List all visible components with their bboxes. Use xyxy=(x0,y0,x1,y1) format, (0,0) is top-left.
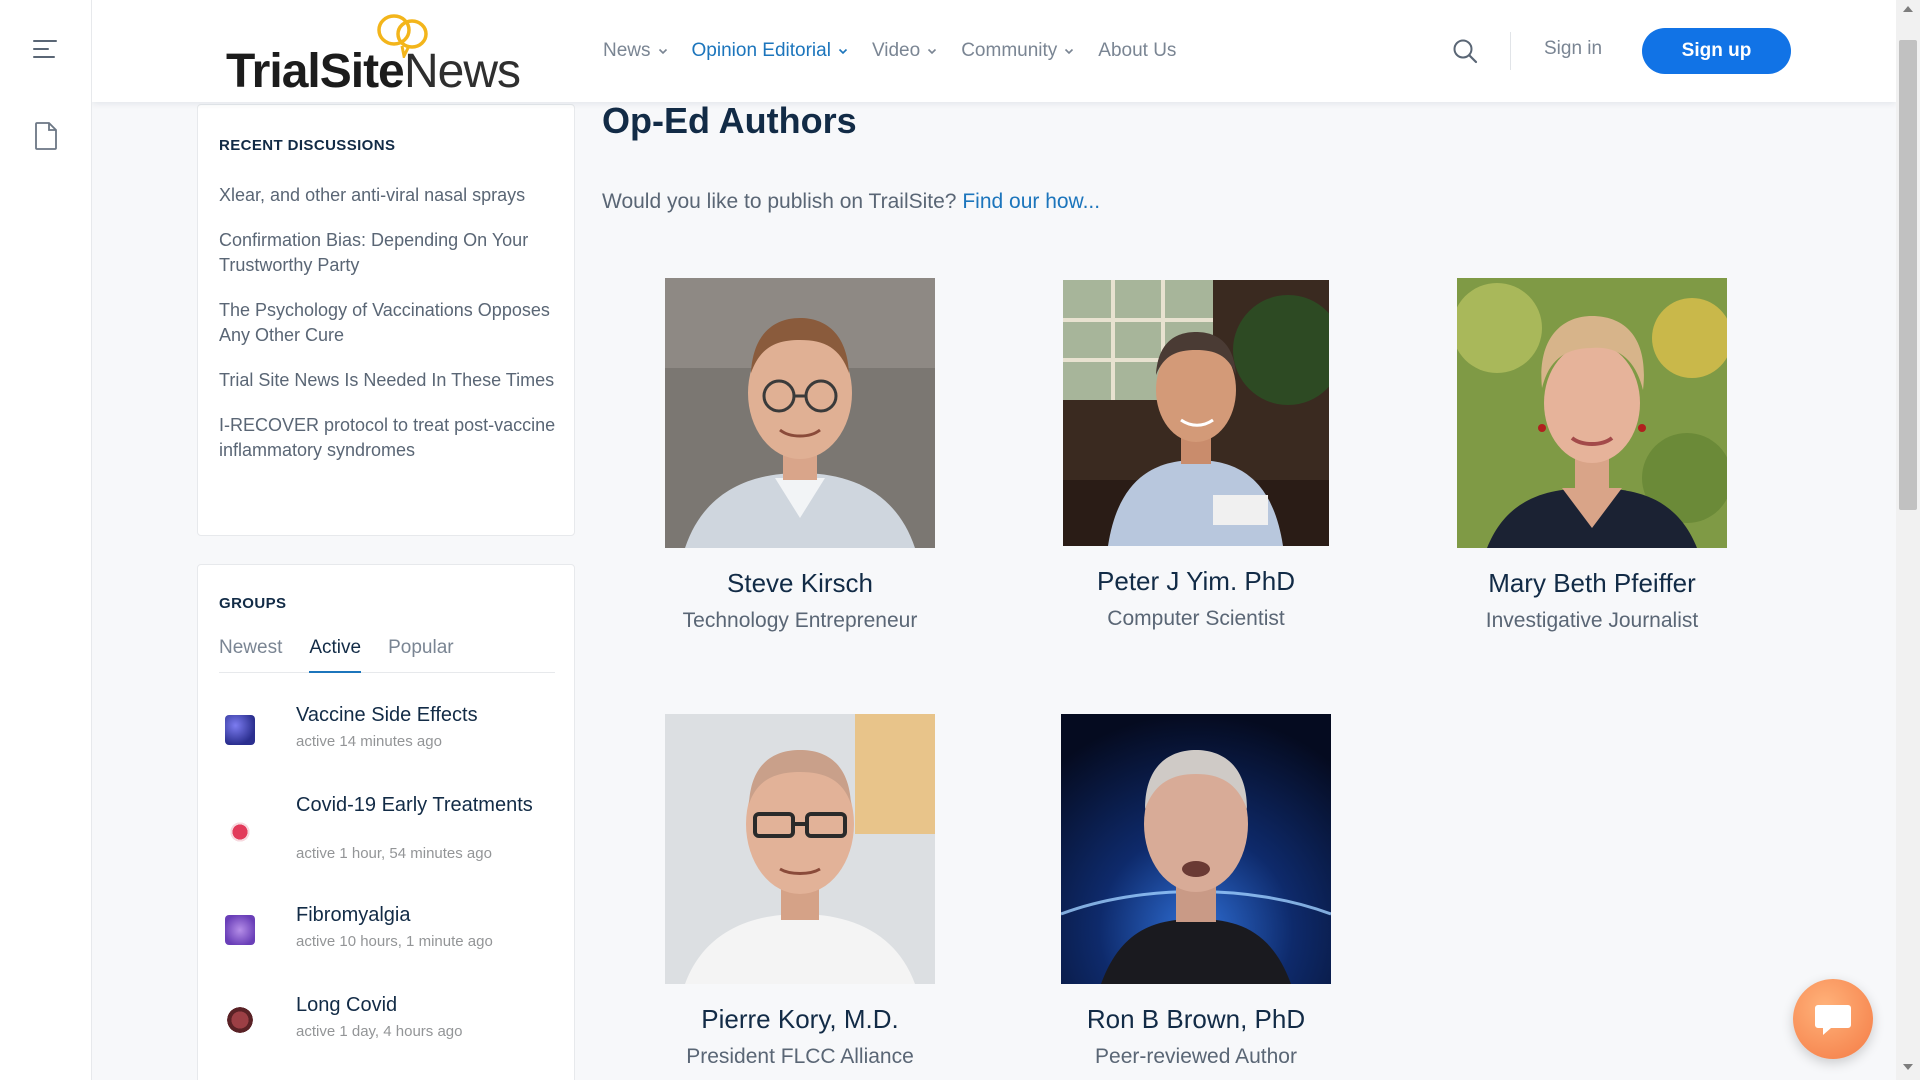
tab-active[interactable]: Active xyxy=(309,637,362,673)
group-name[interactable]: Fibromyalgia xyxy=(296,905,536,926)
group-item[interactable]: Covid-19 Early Treatments active 1 hour,… xyxy=(219,795,559,905)
chevron-down-icon xyxy=(838,48,848,55)
nav-opinion-editorial-label: Opinion Editorial xyxy=(691,40,831,61)
site-logo[interactable]: TrialSite News xyxy=(226,10,526,98)
recent-discussions-list: Xlear, and other anti-viral nasal sprays… xyxy=(219,183,559,483)
recent-discussions-title: RECENT DISCUSSIONS xyxy=(219,137,396,154)
tab-newest[interactable]: Newest xyxy=(219,637,282,673)
group-item[interactable]: Fibromyalgia active 10 hours, 1 minute a… xyxy=(219,905,559,995)
group-name[interactable]: Long Covid xyxy=(296,995,536,1016)
nav-about-us-label: About Us xyxy=(1098,40,1177,61)
author-photo[interactable] xyxy=(665,714,935,984)
author-name[interactable]: Ron B Brown, PhD xyxy=(1046,1004,1346,1035)
group-name[interactable]: Covid-19 Early Treatments xyxy=(296,795,536,816)
groups-tabs: Newest Active Popular xyxy=(219,637,555,673)
publish-prompt-text: Would you like to publish on TrailSite? xyxy=(602,190,957,213)
author-name[interactable]: Pierre Kory, M.D. xyxy=(650,1004,950,1035)
group-item[interactable]: Vaccine Side Effects active 14 minutes a… xyxy=(219,705,559,795)
author-photo[interactable] xyxy=(1061,714,1331,984)
chat-icon xyxy=(1815,1005,1851,1035)
group-avatar-virus-dark xyxy=(225,1005,255,1035)
nav-video[interactable]: Video xyxy=(872,40,937,62)
group-avatar-virus-blue xyxy=(225,715,255,745)
chat-button[interactable] xyxy=(1793,979,1873,1059)
author-role: Investigative Journalist xyxy=(1485,609,1699,632)
left-rail xyxy=(0,0,92,1080)
nav-news-label: News xyxy=(603,40,651,61)
author-name[interactable]: Steve Kirsch xyxy=(650,568,950,599)
groups-card: GROUPS Newest Active Popular Vaccine Sid… xyxy=(197,564,575,1080)
document-icon[interactable] xyxy=(35,122,57,155)
group-activity: active 1 hour, 54 minutes ago xyxy=(296,845,492,862)
nav-community[interactable]: Community xyxy=(961,40,1074,62)
author-card: Steve Kirsch Technology Entrepreneur xyxy=(650,278,950,633)
logo-word-news: News xyxy=(404,45,521,98)
group-avatar-butterfly-purple xyxy=(225,915,255,945)
author-card: Mary Beth Pfeiffer Investigative Journal… xyxy=(1442,278,1742,633)
search-icon[interactable] xyxy=(1452,38,1478,69)
nav-about-us[interactable]: About Us xyxy=(1098,40,1176,62)
author-name[interactable]: Peter J Yim. PhD xyxy=(1046,566,1346,597)
page-scrollbar[interactable] xyxy=(1896,0,1920,1080)
author-card: Pierre Kory, M.D. President FLCC Allianc… xyxy=(650,714,950,1069)
discussion-link[interactable]: Trial Site News Is Needed In These Times xyxy=(219,368,559,393)
groups-list: Vaccine Side Effects active 14 minutes a… xyxy=(219,705,559,1080)
recent-discussions-card: RECENT DISCUSSIONS Xlear, and other anti… xyxy=(197,104,575,536)
header-divider xyxy=(1510,32,1511,70)
scroll-down-arrow[interactable] xyxy=(1903,1064,1913,1070)
nav-video-label: Video xyxy=(871,40,921,61)
discussion-link[interactable]: I-RECOVER protocol to treat post-vaccine… xyxy=(219,413,559,463)
group-activity: active 1 day, 4 hours ago xyxy=(296,1023,463,1040)
author-card: Peter J Yim. PhD Computer Scientist xyxy=(1046,280,1346,631)
author-role: Computer Scientist xyxy=(1107,607,1285,630)
discussion-link[interactable]: Confirmation Bias: Depending On Your Tru… xyxy=(219,228,559,278)
tab-popular[interactable]: Popular xyxy=(388,637,454,673)
author-role: Peer-reviewed Author xyxy=(1095,1045,1297,1068)
scrollbar-thumb[interactable] xyxy=(1899,40,1917,510)
group-activity: active 14 minutes ago xyxy=(296,733,442,750)
author-photo[interactable] xyxy=(665,278,935,548)
publish-prompt: Would you like to publish on TrailSite? … xyxy=(602,190,1100,214)
publish-info-link[interactable]: Find our how... xyxy=(962,190,1100,213)
author-role: President FLCC Alliance xyxy=(686,1045,914,1068)
logo-word-trialsite: TrialSite xyxy=(226,45,405,98)
group-activity: active 10 hours, 1 minute ago xyxy=(296,933,493,950)
discussion-link[interactable]: Xlear, and other anti-viral nasal sprays xyxy=(219,183,559,208)
nav-opinion-editorial[interactable]: Opinion Editorial xyxy=(692,40,848,62)
author-role: Technology Entrepreneur xyxy=(682,609,918,632)
main-nav: News Opinion Editorial Video Community A… xyxy=(603,0,1200,102)
groups-title: GROUPS xyxy=(219,595,287,612)
author-photo[interactable] xyxy=(1457,278,1727,548)
author-photo[interactable] xyxy=(1063,280,1329,546)
author-name[interactable]: Mary Beth Pfeiffer xyxy=(1442,568,1742,599)
nav-news[interactable]: News xyxy=(603,40,668,62)
group-avatar-virus-red xyxy=(225,817,255,847)
author-card: Ron B Brown, PhD Peer-reviewed Author xyxy=(1046,714,1346,1069)
nav-community-label: Community xyxy=(961,40,1058,61)
menu-icon[interactable] xyxy=(33,40,59,62)
group-item[interactable]: Long Covid active 1 day, 4 hours ago xyxy=(219,995,559,1080)
chevron-down-icon xyxy=(1065,48,1074,55)
sign-up-button[interactable]: Sign up xyxy=(1642,28,1791,74)
chevron-down-icon xyxy=(658,48,667,55)
discussion-link[interactable]: The Psychology of Vaccinations Opposes A… xyxy=(219,298,559,348)
sign-in-link[interactable]: Sign in xyxy=(1544,38,1602,60)
page-title: Op-Ed Authors xyxy=(602,100,857,141)
chevron-down-icon xyxy=(928,48,937,55)
group-name[interactable]: Vaccine Side Effects xyxy=(296,705,536,726)
site-header: TrialSite News News Opinion Editorial Vi… xyxy=(92,0,1896,102)
scroll-up-arrow[interactable] xyxy=(1903,6,1913,12)
